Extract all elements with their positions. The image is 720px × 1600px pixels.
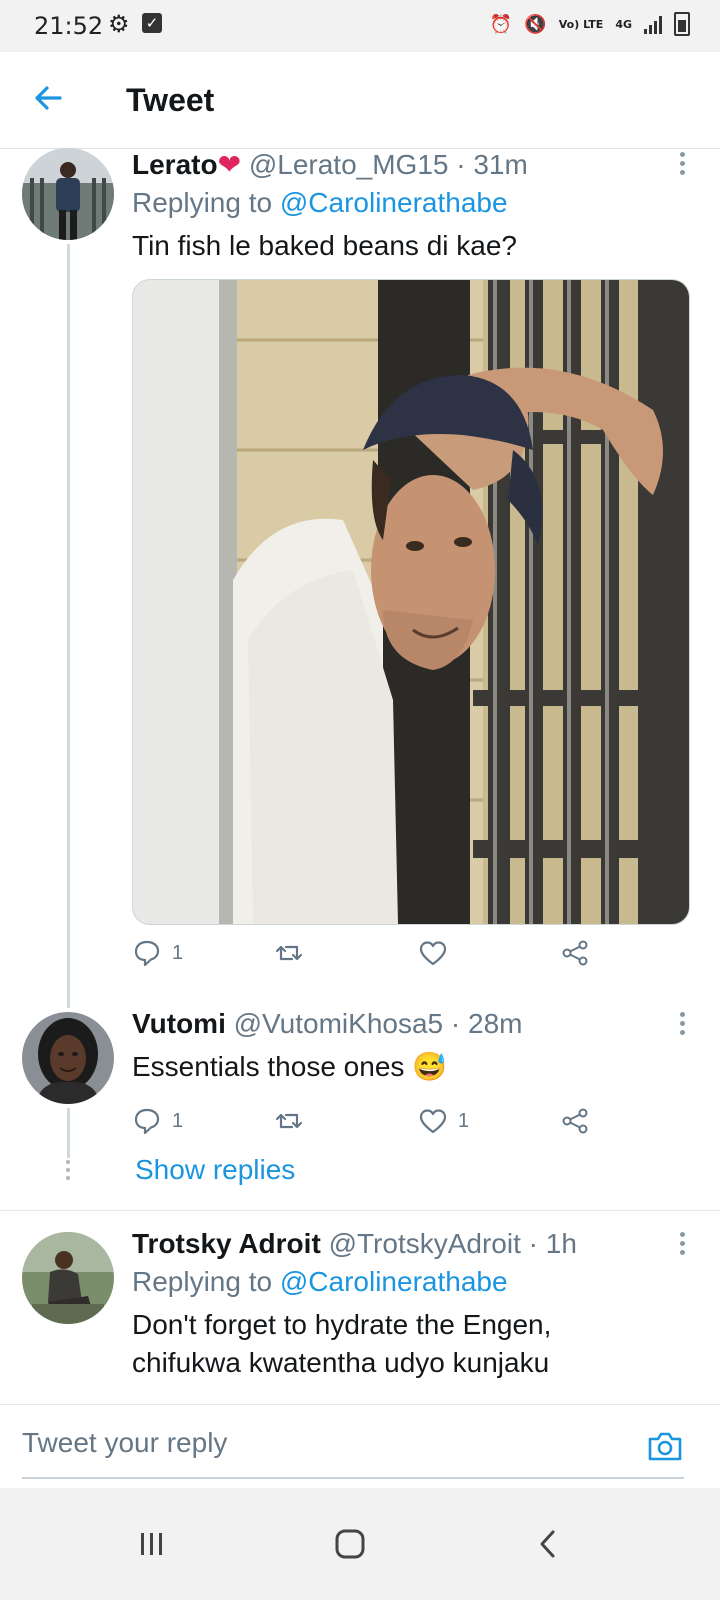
tweet-header: Trotsky Adroit @TrotskyAdroit · 1h [132, 1228, 684, 1260]
like-button[interactable] [418, 938, 448, 968]
top-app-bar: Tweet [0, 52, 720, 149]
tweet-header: Lerato❤ @Lerato_MG15 · 31m [132, 148, 684, 181]
reply-count: 1 [172, 941, 184, 964]
like-icon [419, 941, 447, 966]
tweet-text-row: Essentials those ones 😅 [132, 1048, 684, 1086]
tweet-body: Trotsky Adroit @TrotskyAdroit · 1h Reply… [132, 1228, 684, 1382]
reply-button[interactable]: 1 [132, 1106, 183, 1136]
page-title: Tweet [126, 82, 215, 118]
home-icon[interactable] [330, 1524, 370, 1564]
separator: · [528, 1228, 538, 1259]
recents-icon[interactable] [132, 1524, 172, 1564]
reply-icon [134, 940, 160, 967]
tweet-trotsky[interactable]: Trotsky Adroit @TrotskyAdroit · 1h Reply… [0, 1228, 720, 1404]
replying-prefix: Replying to [132, 187, 273, 218]
tweet-more-icon[interactable] [680, 1012, 686, 1039]
separator: · [456, 149, 466, 180]
reply-count: 1 [172, 1109, 184, 1132]
like-button[interactable]: 1 [418, 1106, 469, 1136]
tweet-more-icon[interactable] [680, 152, 686, 179]
like-icon [419, 1109, 447, 1134]
thread-continuation-dots [66, 1160, 70, 1184]
nav-back-icon[interactable] [528, 1524, 568, 1564]
share-icon [562, 1108, 588, 1134]
display-name[interactable]: Vutomi [132, 1008, 226, 1039]
tweet-actions: 1 1 [132, 1106, 612, 1142]
settings-gear-icon: ⚙ [108, 10, 130, 38]
timestamp: 1h [545, 1228, 577, 1259]
tweet-photo[interactable] [132, 279, 690, 925]
thread-connector [67, 244, 70, 1008]
share-button[interactable] [560, 938, 590, 968]
retweet-icon [275, 1113, 303, 1129]
composer-underline [22, 1477, 684, 1479]
signal-icon [644, 14, 662, 34]
tweet-thread: Lerato❤ @Lerato_MG15 · 31m Replying to @… [0, 148, 720, 1404]
timestamp: 28m [468, 1008, 523, 1039]
retweet-button[interactable] [274, 1106, 304, 1136]
status-bar: 21:52 ⚙ ✓ ⏰ 🔇 Vo) LTE 4G [0, 0, 720, 52]
timestamp: 31m [473, 149, 528, 180]
tweet-body: Lerato❤ @Lerato_MG15 · 31m Replying to @… [132, 148, 690, 925]
handle[interactable]: @Lerato_MG15 [249, 149, 449, 180]
separator: · [450, 1008, 461, 1039]
retweet-button[interactable] [274, 938, 304, 968]
tweet-text: Essentials those ones [132, 1051, 405, 1082]
battery-icon [674, 12, 690, 36]
tweet-text-line: Don't forget to hydrate the Engen, [132, 1309, 552, 1340]
tweet-more-icon[interactable] [680, 1232, 686, 1259]
share-icon [562, 940, 588, 966]
display-name[interactable]: Lerato [132, 149, 218, 180]
replying-to: Replying to @Carolinerathabe [132, 1266, 684, 1298]
share-button[interactable] [560, 1106, 590, 1136]
avatar-vutomi[interactable] [22, 1012, 114, 1104]
thread-connector [67, 1108, 70, 1158]
mention-link[interactable]: @Carolinerathabe [280, 1266, 508, 1297]
reply-composer[interactable]: Tweet your reply [0, 1404, 720, 1489]
show-replies-link[interactable]: Show replies [135, 1154, 295, 1186]
avatar-lerato[interactable] [22, 148, 114, 240]
alarm-icon: ⏰ [489, 13, 513, 35]
reply-input[interactable]: Tweet your reply [22, 1427, 227, 1459]
status-icons: ⏰ 🔇 Vo) LTE 4G [490, 12, 690, 36]
tweet-lerato[interactable]: Lerato❤ @Lerato_MG15 · 31m Replying to @… [0, 148, 720, 1008]
tweet-header: Vutomi @VutomiKhosa5 · 28m [132, 1008, 684, 1040]
red-heart-emoji-icon: ❤ [217, 149, 242, 180]
camera-icon[interactable] [646, 1427, 684, 1465]
tweet-vutomi[interactable]: Vutomi @VutomiKhosa5 · 28m Essentials th… [0, 1008, 720, 1208]
avatar-trotsky[interactable] [22, 1232, 114, 1324]
checkbox-notification-icon: ✓ [142, 13, 162, 33]
like-count: 1 [458, 1109, 470, 1132]
handle[interactable]: @TrotskyAdroit [329, 1228, 521, 1259]
status-time: 21:52 [34, 12, 104, 40]
tweet-actions: 1 [132, 938, 612, 974]
mention-link[interactable]: @Carolinerathabe [280, 187, 508, 218]
tweet-text: Don't forget to hydrate the Engen, chifu… [132, 1306, 684, 1382]
replying-to: Replying to @Carolinerathabe [132, 187, 684, 219]
mute-icon: 🔇 [524, 13, 547, 35]
reply-button[interactable]: 1 [132, 938, 183, 968]
tweet-body: Vutomi @VutomiKhosa5 · 28m Essentials th… [132, 1008, 684, 1086]
sweat-smile-emoji: 😅 [412, 1051, 448, 1082]
retweet-icon [275, 945, 303, 961]
replying-prefix: Replying to [132, 1266, 273, 1297]
volte-label: Vo) LTE [558, 17, 604, 31]
thread-divider [0, 1210, 720, 1211]
system-nav-bar [0, 1488, 720, 1600]
display-name[interactable]: Trotsky Adroit [132, 1228, 321, 1259]
handle[interactable]: @VutomiKhosa5 [234, 1008, 444, 1039]
network-type-label: 4G [615, 17, 632, 31]
tweet-text-line: chifukwa kwatentha udyo kunjaku [132, 1347, 550, 1378]
tweet-text: Tin fish le baked beans di kae? [132, 230, 517, 261]
reply-icon [134, 1108, 160, 1135]
back-arrow-icon[interactable] [30, 80, 66, 116]
